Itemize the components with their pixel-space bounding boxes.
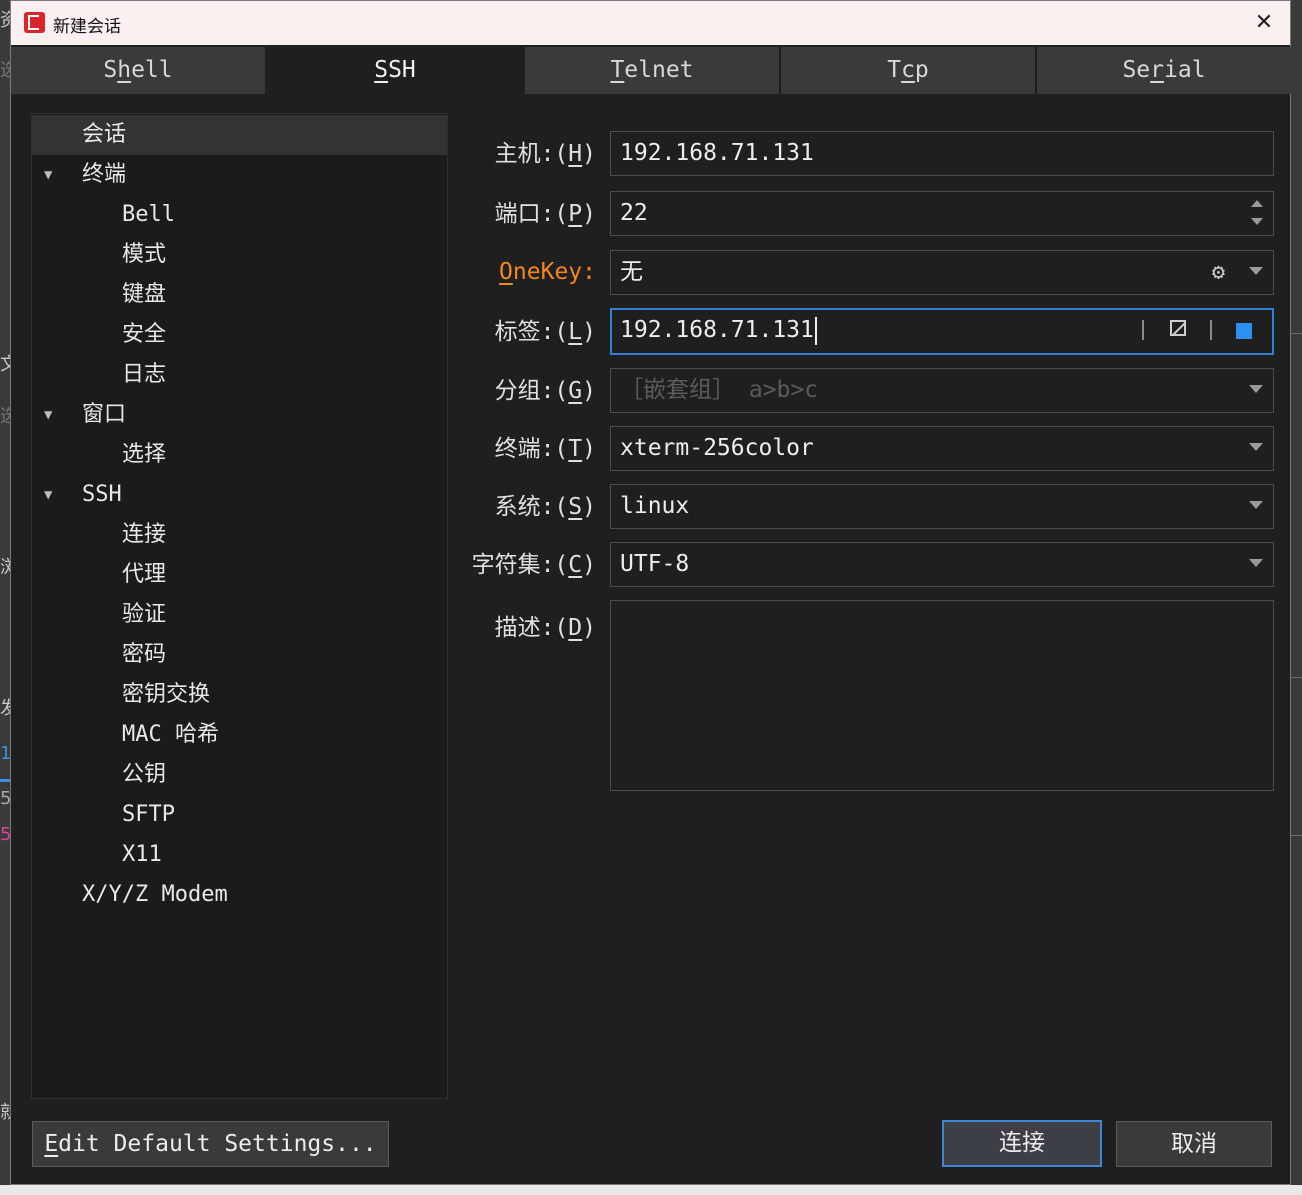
tab-tcp[interactable]: Tcp (781, 47, 1037, 94)
chevron-down-icon[interactable] (1249, 559, 1263, 567)
tab-telnet[interactable]: Telnet (525, 47, 781, 94)
spin-up-icon[interactable] (1251, 200, 1263, 207)
tree-item-sftp[interactable]: SFTP (32, 795, 447, 835)
tree-item-terminal[interactable]: ▼ 终端 (32, 155, 447, 195)
tree-item-connection[interactable]: 连接 (32, 515, 447, 555)
tree-item-window[interactable]: ▼ 窗口 (32, 395, 447, 435)
background-text: 资 (0, 10, 10, 31)
separator (1210, 320, 1212, 340)
system-label: 系统:(S) (494, 494, 596, 520)
gear-icon[interactable]: ⚙ (1212, 251, 1225, 294)
tag-label: 标签:(L) (494, 319, 596, 345)
background-selection-bar (0, 745, 10, 782)
group-label: 分组:(G) (494, 378, 596, 404)
cancel-button[interactable]: 取消 (1116, 1121, 1272, 1167)
tree-item-proxy[interactable]: 代理 (32, 555, 447, 595)
background-text: 就 (0, 1102, 10, 1123)
title-bar: 新建会话 ✕ (11, 1, 1290, 45)
terminal-type-select[interactable]: xterm-256color (610, 426, 1274, 471)
description-textarea[interactable] (610, 600, 1274, 791)
expand-arrow-icon[interactable]: ▼ (44, 155, 52, 195)
description-label: 描述:(D) (494, 615, 596, 641)
group-select[interactable]: ［嵌套组］ a>b>c (610, 368, 1274, 413)
tree-item-session[interactable]: 会话 (32, 115, 447, 155)
tree-item-selection[interactable]: 选择 (32, 435, 447, 475)
tree-item-x11[interactable]: X11 (32, 835, 447, 875)
tab-serial[interactable]: Serial (1037, 47, 1291, 94)
expand-arrow-icon[interactable]: ▼ (44, 395, 52, 435)
host-input[interactable]: 192.168.71.131 (610, 131, 1274, 176)
tree-item-ssh[interactable]: ▼ SSH (32, 475, 447, 515)
background-text: 选 (0, 60, 10, 81)
spin-down-icon[interactable] (1251, 218, 1263, 225)
tree-item-log[interactable]: 日志 (32, 355, 447, 395)
host-label: 主机:(H) (494, 141, 596, 167)
system-select[interactable]: linux (610, 484, 1274, 529)
close-button[interactable]: ✕ (1250, 9, 1278, 37)
port-spinbox[interactable]: 22 (610, 191, 1274, 236)
app-logo-icon (24, 12, 45, 33)
tree-item-key-exchange[interactable]: 密钥交换 (32, 675, 447, 715)
background-window-edge-right (1291, 0, 1302, 1195)
tree-item-xyz-modem[interactable]: X/Y/Z Modem (32, 875, 447, 915)
background-text: 文 (0, 354, 10, 375)
separator (1142, 320, 1144, 340)
connect-button[interactable]: 连接 (942, 1120, 1102, 1167)
chevron-down-icon[interactable] (1249, 501, 1263, 509)
new-session-dialog: 新建会话 ✕ Shell SSH Telnet Tcp Serial 会话 ▼ 终… (10, 0, 1291, 1185)
tag-input[interactable]: 192.168.71.131 (610, 308, 1274, 355)
tree-item-mode[interactable]: 模式 (32, 235, 447, 275)
tree-item-bell[interactable]: Bell (32, 195, 447, 235)
tree-item-mac-hash[interactable]: MAC 哈希 (32, 715, 447, 755)
category-tree: 会话 ▼ 终端 Bell 模式 键盘 安全 日志 ▼ 窗口 选择 ▼ SSH 连接 代… (31, 113, 448, 1099)
edit-default-settings-button[interactable]: Edit Default Settings... (32, 1121, 389, 1167)
text-cursor (814, 316, 817, 345)
tree-item-cipher[interactable]: 密码 (32, 635, 447, 675)
charset-select[interactable]: UTF-8 (610, 542, 1274, 587)
tree-item-keyboard[interactable]: 键盘 (32, 275, 447, 315)
dialog-title: 新建会话 (53, 17, 121, 37)
background-text: 5 (0, 788, 10, 809)
tree-item-authentication[interactable]: 验证 (32, 595, 447, 635)
protocol-tabs: Shell SSH Telnet Tcp Serial (11, 45, 1291, 94)
background-text: 选 (0, 406, 10, 427)
onekey-select[interactable]: 无 ⚙ (610, 250, 1274, 295)
chevron-down-icon[interactable] (1249, 443, 1263, 451)
tab-shell[interactable]: Shell (11, 47, 267, 94)
tab-ssh[interactable]: SSH (267, 47, 525, 94)
background-text: 5 (0, 824, 10, 845)
terminal-label: 终端:(T) (494, 436, 596, 462)
background-text: 发 (0, 698, 10, 719)
clear-icon[interactable] (1170, 320, 1186, 336)
tree-item-security[interactable]: 安全 (32, 315, 447, 355)
expand-arrow-icon[interactable]: ▼ (44, 475, 52, 515)
background-window-bottom (0, 1185, 1302, 1195)
chevron-down-icon[interactable] (1249, 267, 1263, 275)
port-label: 端口:(P) (494, 201, 596, 227)
onekey-label: OneKey: (499, 259, 596, 285)
tree-item-public-key[interactable]: 公钥 (32, 755, 447, 795)
background-text: 浏 (0, 557, 10, 578)
charset-label: 字符集:(C) (471, 552, 596, 578)
chevron-down-icon[interactable] (1249, 385, 1263, 393)
tag-color-swatch[interactable] (1236, 323, 1252, 339)
